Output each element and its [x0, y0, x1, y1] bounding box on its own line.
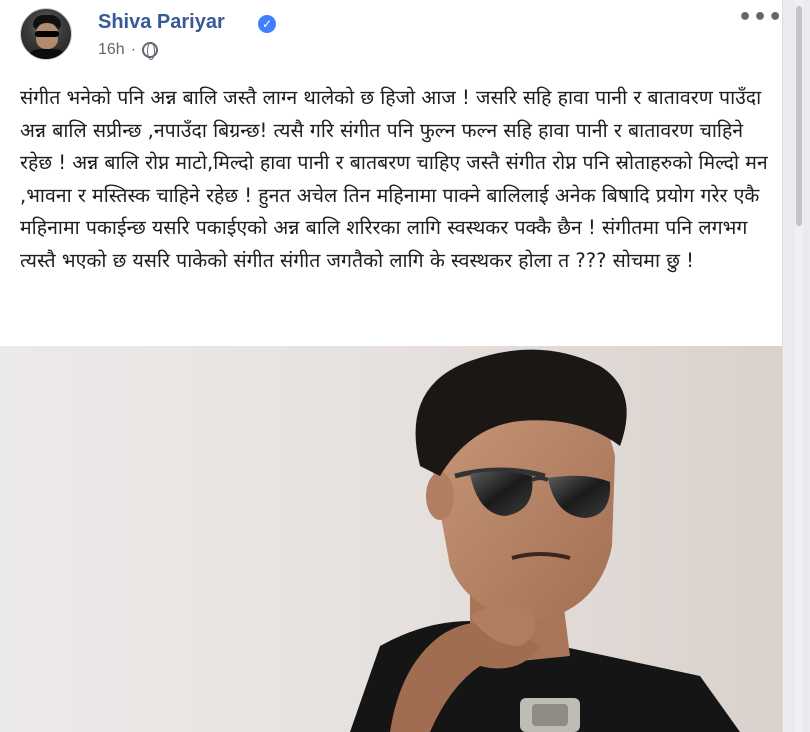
post-photo[interactable]	[0, 346, 782, 732]
scrollbar-thumb[interactable]	[796, 6, 802, 226]
post-header: Shiva Pariyar ✓ 16h · •••	[20, 7, 782, 66]
post-meta: 16h ·	[98, 41, 159, 60]
post-card: Shiva Pariyar ✓ 16h · ••• संगीत भनेको पन…	[0, 0, 782, 732]
author-avatar[interactable]	[20, 8, 72, 60]
meta-separator: ·	[130, 41, 137, 58]
author-name[interactable]: Shiva Pariyar	[98, 11, 225, 34]
verified-badge-icon: ✓	[258, 15, 276, 33]
post-timestamp[interactable]: 16h	[98, 41, 125, 59]
more-options-button[interactable]: •••	[738, 7, 782, 32]
globe-icon[interactable]	[142, 42, 159, 60]
post-text: संगीत भनेको पनि अन्न बालि जस्तै लाग्न था…	[20, 86, 768, 272]
